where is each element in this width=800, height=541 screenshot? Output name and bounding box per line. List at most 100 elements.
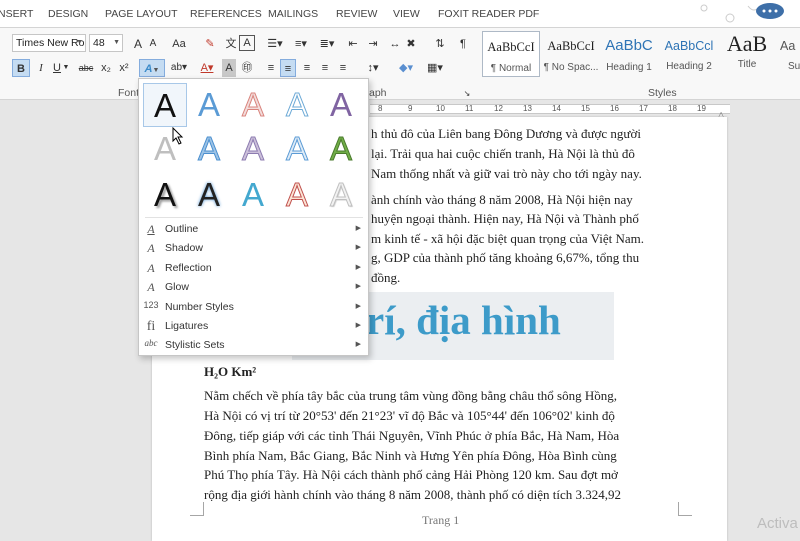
chevron-down-icon: ▼ — [113, 39, 120, 46]
chevron-right-icon: ▶ — [355, 264, 361, 271]
style-normal[interactable]: AaBbCcI ¶ Normal — [482, 31, 540, 77]
ligatures-icon: fi — [146, 319, 156, 334]
tab-review[interactable]: REVIEW — [336, 8, 377, 20]
chevron-right-icon: ▶ — [355, 341, 361, 348]
chevron-down-icon[interactable]: ▼ — [62, 59, 70, 77]
effect-teal-fill[interactable]: A — [231, 173, 275, 217]
superscript-button[interactable]: x² — [116, 59, 132, 77]
subscript-button[interactable]: x₂ — [98, 59, 114, 77]
menu-item-shadow[interactable]: A Shadow ▶ — [139, 239, 368, 259]
tab-insert[interactable]: NSERT — [0, 8, 33, 20]
tab-mailings[interactable]: MAILINGS — [268, 8, 318, 20]
effect-purple-fill[interactable]: A — [319, 83, 363, 127]
styles-group-label: Styles — [648, 87, 677, 99]
style-title[interactable]: AaB Title — [718, 31, 776, 77]
chevron-right-icon: ▶ — [355, 225, 361, 232]
doc-line: g, GDP của thành phố tăng khoảng 6,67%, … — [371, 250, 640, 265]
mouse-cursor-icon — [172, 127, 184, 145]
effect-blue-outline[interactable]: A — [275, 83, 319, 127]
highlight-color-icon[interactable]: ab▾ — [168, 59, 190, 77]
menu-item-glow[interactable]: A Glow ▶ — [139, 278, 368, 298]
effect-blue-reflection[interactable]: A — [187, 127, 231, 171]
tab-page-layout[interactable]: PAGE LAYOUT — [105, 8, 178, 20]
feedback-icon[interactable] — [755, 2, 785, 20]
align-left-icon[interactable]: ≡ — [264, 59, 278, 77]
bold-button[interactable]: B — [12, 59, 30, 77]
increase-indent-icon[interactable]: ⇥ — [364, 35, 382, 53]
grow-font-button[interactable]: A — [131, 35, 145, 53]
effect-dark-glow[interactable]: A — [187, 173, 231, 217]
phonetic-guide-icon[interactable]: 文 — [223, 35, 239, 53]
style-no-spacing[interactable]: AaBbCcI ¶ No Spac... — [542, 31, 600, 77]
menu-item-stylistic-sets[interactable]: abc Stylistic Sets ▶ — [139, 336, 368, 356]
text-effects-gallery: A A A A A A A A A A A A A A A A Outline … — [138, 78, 369, 356]
text-effects-button[interactable]: A▼ — [139, 59, 165, 77]
chevron-right-icon: ▶ — [355, 283, 361, 290]
font-color-icon[interactable]: A▾ — [196, 59, 218, 77]
glow-icon: A — [147, 280, 155, 294]
align-center-icon[interactable]: ≡ — [280, 59, 296, 77]
menu-item-number-styles[interactable]: 123 Number Styles ▶ — [139, 298, 368, 318]
style-heading-2[interactable]: AaBbCcl Heading 2 — [660, 31, 718, 77]
tab-view[interactable]: VIEW — [393, 8, 420, 20]
doc-line: huyện ngoại thành. Hiện nay, Hà Nội và T… — [371, 211, 639, 226]
menu-item-reflection[interactable]: A Reflection ▶ — [139, 259, 368, 279]
character-border-icon[interactable]: A — [239, 35, 255, 51]
style-subtitle[interactable]: Aa Su — [776, 31, 800, 77]
effect-green-fill[interactable]: A — [319, 127, 363, 171]
effect-lavender-outline[interactable]: A — [231, 127, 275, 171]
font-name-box[interactable]: Times New Ro ▼ — [12, 34, 86, 52]
change-case-button[interactable]: Aa — [168, 35, 190, 53]
justify-icon[interactable]: ≡ — [318, 59, 332, 77]
effect-red-outline[interactable]: A — [275, 173, 319, 217]
borders-icon[interactable]: ▦▾ — [424, 59, 446, 77]
reflection-icon: A — [147, 261, 155, 275]
doc-line: Phú Thọ phía Tây. Hà Nội cách thành phố … — [204, 467, 618, 482]
doc-line: rộng địa giới hành chính vào tháng 8 năm… — [204, 487, 622, 502]
effect-orange-outline[interactable]: A — [231, 83, 275, 127]
stylistic-sets-icon: abc — [144, 338, 158, 348]
effect-white-bevel[interactable]: A — [319, 173, 363, 217]
chevron-right-icon: ▶ — [355, 244, 361, 251]
effect-plain-black[interactable]: A — [143, 83, 187, 127]
sort-icon[interactable]: ⇅ — [432, 35, 448, 53]
multilevel-list-icon[interactable]: ≣▾ — [316, 35, 338, 53]
tab-design[interactable]: DESIGN — [48, 8, 88, 20]
menu-item-outline[interactable]: A Outline ▶ — [139, 220, 368, 240]
enclose-characters-icon[interactable]: ㊞ — [240, 59, 254, 77]
line-spacing-icon[interactable]: ↕▾ — [362, 59, 384, 77]
strikethrough-button[interactable]: abc — [76, 59, 96, 77]
chinese-layout-icon[interactable]: ✖ — [404, 35, 418, 53]
shading-icon[interactable]: ◆▾ — [394, 59, 418, 77]
menu-item-ligatures[interactable]: fi Ligatures ▶ — [139, 317, 368, 337]
distributed-icon[interactable]: ≡ — [336, 59, 350, 77]
doc-line: ành chính vào tháng 8 năm 2008, Hà Nội h… — [371, 192, 633, 207]
number-styles-icon: 123 — [143, 300, 159, 310]
tab-references[interactable]: REFERENCES — [190, 8, 262, 20]
doc-line: Bình phía Nam, Bắc Giang, Bắc Ninh và Hư… — [204, 448, 617, 463]
character-shading-icon[interactable]: A — [222, 59, 236, 77]
tab-foxit-reader-pdf[interactable]: FOXIT READER PDF — [438, 8, 539, 20]
shrink-font-button[interactable]: A — [147, 35, 159, 53]
align-right-icon[interactable]: ≡ — [300, 59, 314, 77]
font-size-value: 48 — [93, 37, 105, 49]
font-size-box[interactable]: 48 ▼ — [89, 34, 123, 52]
horizontal-ruler[interactable]: 8 9 10 11 12 13 14 15 16 17 18 19 △ — [370, 100, 800, 119]
numbering-icon[interactable]: ≡▾ — [290, 35, 312, 53]
doc-line: Đông, tiếp giáp với các tỉnh Thái Nguyên… — [204, 428, 620, 443]
clear-formatting-icon[interactable]: ✎ — [202, 35, 218, 53]
effect-black-shadow[interactable]: A — [143, 173, 187, 217]
decrease-indent-icon[interactable]: ⇤ — [344, 35, 362, 53]
show-marks-icon[interactable]: ¶ — [456, 35, 470, 53]
chevron-right-icon: ▶ — [355, 322, 361, 329]
page-footer: Trang 1 — [422, 513, 460, 527]
style-heading-1[interactable]: AaBbC Heading 1 — [600, 31, 658, 77]
asian-layout-icon[interactable]: ↔ — [388, 35, 402, 53]
bullets-icon[interactable]: ☰▾ — [264, 35, 286, 53]
italic-button[interactable]: I — [34, 59, 48, 77]
doc-line: đồng. — [371, 270, 401, 285]
effect-blue-fill[interactable]: A — [187, 83, 231, 127]
effect-light-blue-outline[interactable]: A — [275, 127, 319, 171]
gallery-separator — [145, 217, 363, 218]
paragraph-group-label: aph — [369, 87, 387, 99]
